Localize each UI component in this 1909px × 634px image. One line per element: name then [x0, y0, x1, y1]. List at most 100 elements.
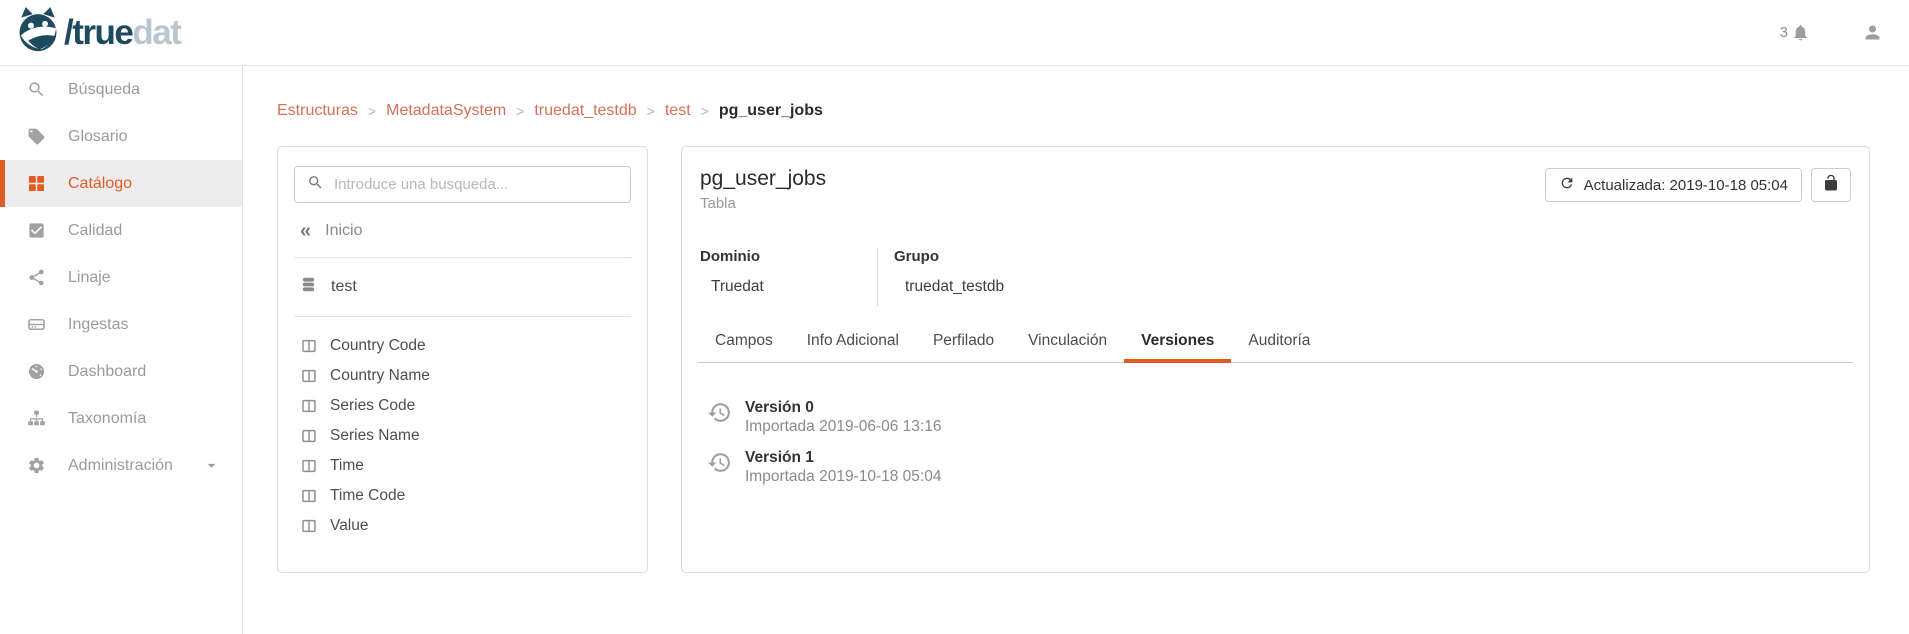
tab-versiones[interactable]: Versiones	[1124, 332, 1231, 363]
tree-search-input[interactable]	[334, 176, 618, 193]
detail-title-block: pg_user_jobs Tabla	[700, 167, 826, 212]
content-cards: « Inicio test Country Code Country Name …	[277, 146, 1870, 573]
tab-info-adicional[interactable]: Info Adicional	[790, 332, 916, 363]
logo-text: /truedat	[64, 13, 180, 53]
tree-search-box	[294, 166, 631, 203]
grid-icon	[27, 174, 47, 194]
group-block: Grupo truedat_testdb	[878, 248, 1004, 306]
notification-count: 3	[1780, 24, 1788, 41]
history-icon	[707, 450, 732, 486]
sidebar-item-busqueda[interactable]: Búsqueda	[0, 66, 242, 113]
sidebar-item-linaje[interactable]: Linaje	[0, 254, 242, 301]
page-title: pg_user_jobs	[700, 167, 826, 191]
field-item-series-name[interactable]: Series Name	[294, 421, 631, 451]
main-content: Estructuras > MetadataSystem > truedat_testd…	[243, 66, 1909, 634]
sidebar-item-dashboard[interactable]: Dashboard	[0, 348, 242, 395]
domain-label: Dominio	[700, 248, 877, 265]
breadcrumb-separator: >	[647, 103, 655, 119]
field-item-country-code[interactable]: Country Code	[294, 331, 631, 361]
sitemap-icon	[27, 409, 47, 429]
search-icon	[27, 80, 47, 100]
sidebar-item-administracion[interactable]: Administración	[0, 442, 242, 489]
unlock-icon	[1822, 174, 1840, 196]
refresh-icon	[1559, 175, 1575, 195]
sidebar-item-ingestas[interactable]: Ingestas	[0, 301, 242, 348]
group-label: Grupo	[894, 248, 1004, 265]
table-column-icon	[301, 398, 317, 414]
version-text: Versión 0 Importada 2019-06-06 13:16	[745, 399, 941, 436]
tab-perfilado[interactable]: Perfilado	[916, 332, 1011, 363]
user-menu-button[interactable]	[1862, 22, 1883, 43]
field-item-time[interactable]: Time	[294, 451, 631, 481]
check-square-icon	[27, 221, 47, 241]
table-column-icon	[301, 458, 317, 474]
tag-icon	[27, 127, 47, 147]
tree-back-home[interactable]: « Inicio	[294, 221, 631, 257]
field-item-country-name[interactable]: Country Name	[294, 361, 631, 391]
owl-icon	[16, 6, 60, 59]
gear-icon	[27, 456, 47, 476]
divider	[294, 316, 631, 317]
server-icon	[27, 315, 47, 335]
table-column-icon	[301, 488, 317, 504]
version-item[interactable]: Versión 1 Importada 2019-10-18 05:04	[707, 449, 1853, 486]
tree-back-label: Inicio	[325, 222, 362, 240]
tree-parent-item[interactable]: test	[294, 258, 631, 316]
detail-tabs: CamposInfo AdicionalPerfiladoVinculación…	[698, 332, 1853, 363]
detail-actions: Actualizada: 2019-10-18 05:04	[1545, 168, 1851, 202]
share-icon	[27, 268, 47, 288]
field-list: Country Code Country Name Series Code Se…	[294, 331, 631, 541]
breadcrumb-link-estructuras[interactable]: Estructuras	[277, 102, 358, 120]
search-icon	[307, 174, 324, 196]
structure-tree-panel: « Inicio test Country Code Country Name …	[277, 146, 648, 573]
caret-down-icon	[205, 459, 218, 472]
updated-label: Actualizada: 2019-10-18 05:04	[1584, 177, 1788, 194]
table-column-icon	[301, 368, 317, 384]
tab-campos[interactable]: Campos	[698, 332, 790, 363]
truedat-logo[interactable]: /truedat	[16, 6, 180, 59]
table-column-icon	[301, 338, 317, 354]
table-column-icon	[301, 428, 317, 444]
group-value: truedat_testdb	[894, 278, 1004, 296]
versions-list: Versión 0 Importada 2019-06-06 13:16 Ver…	[698, 399, 1853, 486]
breadcrumb-separator: >	[516, 103, 524, 119]
tab-vinculacion[interactable]: Vinculación	[1011, 332, 1124, 363]
breadcrumb-separator: >	[368, 103, 376, 119]
breadcrumb-link-test[interactable]: test	[665, 102, 691, 120]
breadcrumb-link-truedat-testdb[interactable]: truedat_testdb	[534, 102, 636, 120]
sidebar-item-taxonomia[interactable]: Taxonomía	[0, 395, 242, 442]
field-item-value[interactable]: Value	[294, 511, 631, 541]
app-layout: Búsqueda Glosario Catálogo Calidad Linaj…	[0, 66, 1909, 634]
user-icon	[1862, 22, 1883, 43]
structure-detail-panel: pg_user_jobs Tabla Actualizada: 2019-10-…	[681, 146, 1870, 573]
history-icon	[707, 400, 732, 436]
tree-parent-label: test	[331, 278, 357, 296]
version-text: Versión 1 Importada 2019-10-18 05:04	[745, 449, 941, 486]
field-item-series-code[interactable]: Series Code	[294, 391, 631, 421]
notifications-button[interactable]: 3	[1780, 23, 1810, 42]
breadcrumb-current: pg_user_jobs	[719, 102, 823, 120]
sidebar: Búsqueda Glosario Catálogo Calidad Linaj…	[0, 66, 243, 634]
top-navbar: /truedat 3	[0, 0, 1909, 66]
version-item[interactable]: Versión 0 Importada 2019-06-06 13:16	[707, 399, 1853, 436]
database-icon	[300, 276, 317, 298]
sidebar-item-catalogo[interactable]: Catálogo	[0, 160, 242, 207]
gauge-icon	[27, 362, 47, 382]
breadcrumb-separator: >	[701, 103, 709, 119]
tab-auditoria[interactable]: Auditoría	[1231, 332, 1327, 363]
domain-value: Truedat	[700, 278, 877, 296]
field-item-time-code[interactable]: Time Code	[294, 481, 631, 511]
table-column-icon	[301, 518, 317, 534]
refresh-updated-button[interactable]: Actualizada: 2019-10-18 05:04	[1545, 168, 1802, 202]
sidebar-item-glosario[interactable]: Glosario	[0, 113, 242, 160]
meta-section: Dominio Truedat Grupo truedat_testdb	[698, 248, 1853, 306]
structure-type-label: Tabla	[700, 195, 826, 212]
chevron-double-left-icon: «	[300, 221, 311, 241]
bell-icon	[1791, 23, 1810, 42]
breadcrumb-link-metadatasystem[interactable]: MetadataSystem	[386, 102, 506, 120]
topbar-actions: 3	[1780, 22, 1883, 43]
detail-header: pg_user_jobs Tabla Actualizada: 2019-10-…	[698, 167, 1853, 212]
breadcrumb: Estructuras > MetadataSystem > truedat_testd…	[277, 102, 1870, 120]
sidebar-item-calidad[interactable]: Calidad	[0, 207, 242, 254]
lock-toggle-button[interactable]	[1811, 168, 1851, 202]
